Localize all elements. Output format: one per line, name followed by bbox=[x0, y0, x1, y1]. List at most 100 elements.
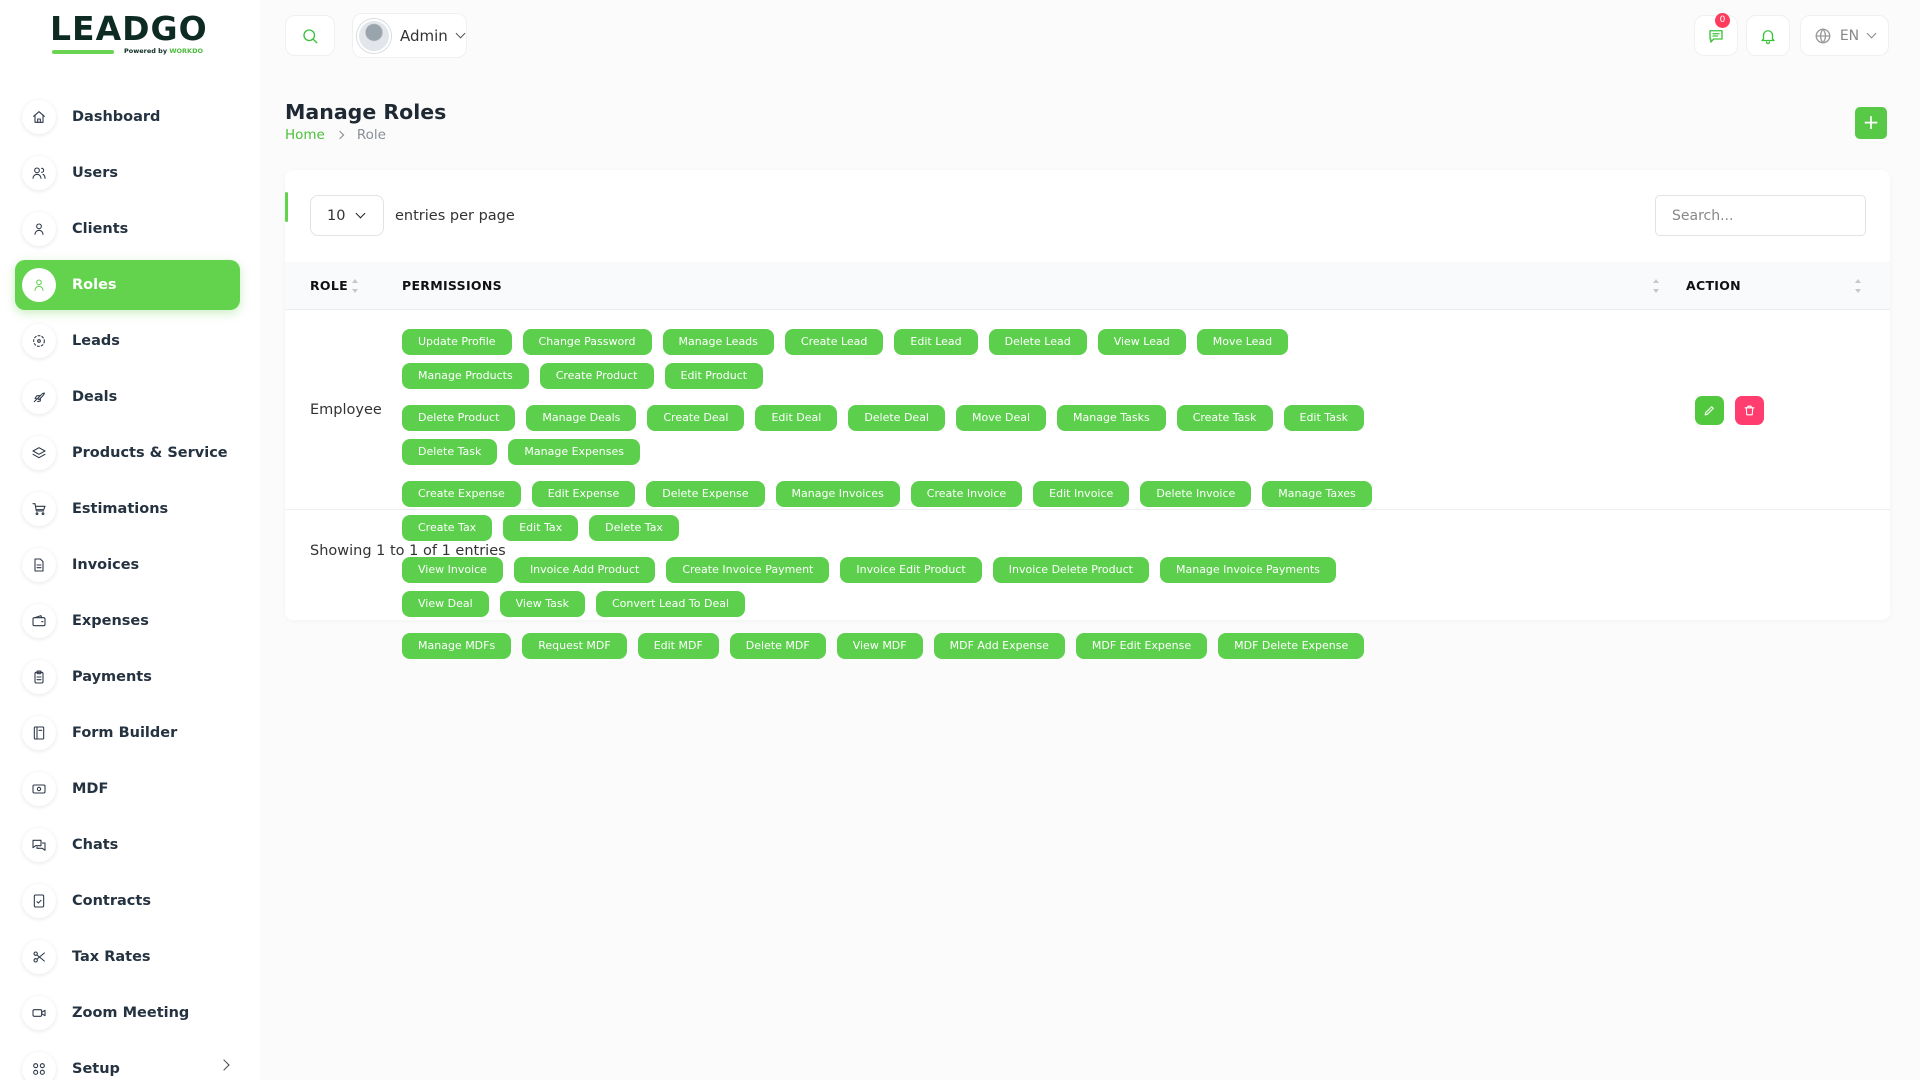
chevron-down-icon bbox=[355, 208, 366, 219]
permission-badge: Create Invoice Payment bbox=[666, 557, 830, 583]
sidebar-item-label: Chats bbox=[72, 837, 119, 853]
sidebar-item-label: Deals bbox=[72, 389, 118, 405]
sidebar-item-products-service[interactable]: Products & Service bbox=[15, 428, 240, 478]
sidebar-item-invoices[interactable]: Invoices bbox=[15, 540, 240, 590]
rocket-icon bbox=[22, 380, 56, 414]
user-name: Admin bbox=[400, 26, 448, 45]
column-header-permissions[interactable]: PERMISSIONS bbox=[402, 262, 502, 310]
column-header-action[interactable]: ACTION bbox=[1686, 262, 1741, 310]
layers-icon bbox=[22, 436, 56, 470]
permission-badge: View Task bbox=[499, 591, 585, 617]
sort-icon[interactable] bbox=[1653, 279, 1659, 293]
logo-tagline: Powered by WORKDO bbox=[124, 47, 203, 55]
add-role-button[interactable]: + bbox=[1855, 107, 1887, 139]
notifications-button[interactable] bbox=[1746, 15, 1790, 56]
sidebar-item-zoom-meeting[interactable]: Zoom Meeting bbox=[15, 988, 240, 1038]
chat-icon bbox=[22, 828, 56, 862]
permission-badge: View Lead bbox=[1097, 329, 1186, 355]
page-title: Manage Roles bbox=[285, 100, 447, 124]
permission-badge: Create Task bbox=[1176, 405, 1273, 431]
sidebar-item-label: Estimations bbox=[72, 501, 169, 517]
permission-badge: Create Deal bbox=[647, 405, 745, 431]
permissions-list: Update Profile Change Password Manage Lead… bbox=[402, 329, 1402, 659]
pencil-icon bbox=[1704, 406, 1714, 416]
table-search-input[interactable] bbox=[1655, 195, 1866, 236]
permission-badge: Manage Taxes bbox=[1262, 481, 1372, 507]
permission-badge: Manage Invoice Payments bbox=[1159, 557, 1336, 583]
permission-badge: Invoice Delete Product bbox=[992, 557, 1149, 583]
permission-badge: Manage Leads bbox=[662, 329, 774, 355]
sidebar-item-tax-rates[interactable]: Tax Rates bbox=[15, 932, 240, 982]
clipboard-icon bbox=[22, 660, 56, 694]
table-row: Employee Update Profile Change Password Ma… bbox=[285, 310, 1890, 659]
permission-badge: Create Invoice bbox=[910, 481, 1023, 507]
permission-badge: Create Product bbox=[539, 363, 654, 389]
permission-badge: Edit Task bbox=[1283, 405, 1365, 431]
permission-badge: Delete Expense bbox=[646, 481, 765, 507]
grid-icon bbox=[22, 1052, 56, 1080]
sidebar-item-label: Expenses bbox=[72, 613, 149, 629]
permission-badge: Create Lead bbox=[784, 329, 884, 355]
sidebar-item-mdf[interactable]: MDF bbox=[15, 764, 240, 814]
breadcrumb-separator-icon bbox=[335, 130, 345, 140]
column-header-role[interactable]: ROLE bbox=[310, 262, 348, 310]
logo-text: LEADGO bbox=[50, 9, 208, 48]
target-icon bbox=[22, 324, 56, 358]
page-size-select[interactable]: 10 bbox=[310, 195, 384, 236]
sidebar-item-deals[interactable]: Deals bbox=[15, 372, 240, 422]
wallet-icon bbox=[22, 604, 56, 638]
messages-button[interactable]: 0 bbox=[1694, 13, 1738, 56]
sidebar-item-label: Tax Rates bbox=[72, 949, 151, 965]
permission-badge: View Invoice bbox=[402, 557, 503, 583]
header-search-button[interactable] bbox=[285, 15, 335, 56]
permission-badge: MDF Delete Expense bbox=[1218, 633, 1365, 659]
sidebar-item-contracts[interactable]: Contracts bbox=[15, 876, 240, 926]
sidebar-item-label: Invoices bbox=[72, 557, 140, 573]
sidebar-item-payments[interactable]: Payments bbox=[15, 652, 240, 702]
scissors-icon bbox=[22, 940, 56, 974]
sidebar-item-setup[interactable]: Setup bbox=[15, 1044, 240, 1080]
sidebar-item-dashboard[interactable]: Dashboard bbox=[15, 92, 240, 142]
sidebar-item-clients[interactable]: Clients bbox=[15, 204, 240, 254]
permission-badge: Convert Lead To Deal bbox=[595, 591, 746, 617]
permission-badge: Edit Deal bbox=[755, 405, 838, 431]
permission-badge: Create Expense bbox=[402, 481, 521, 507]
sidebar-item-expenses[interactable]: Expenses bbox=[15, 596, 240, 646]
contract-icon bbox=[22, 884, 56, 918]
chevron-down-icon bbox=[1866, 28, 1877, 39]
user-icon bbox=[22, 212, 56, 246]
sort-icon[interactable] bbox=[352, 279, 358, 293]
cart-icon bbox=[22, 492, 56, 526]
permission-badge: Request MDF bbox=[522, 633, 627, 659]
breadcrumb: Home Role bbox=[285, 127, 386, 143]
permission-badge: Manage Tasks bbox=[1057, 405, 1166, 431]
breadcrumb-home-link[interactable]: Home bbox=[285, 127, 325, 143]
sidebar-item-label: Zoom Meeting bbox=[72, 1005, 190, 1021]
permission-badge: View Deal bbox=[402, 591, 489, 617]
sidebar-item-users[interactable]: Users bbox=[15, 148, 240, 198]
sidebar-item-leads[interactable]: Leads bbox=[15, 316, 240, 366]
edit-role-button[interactable] bbox=[1695, 396, 1724, 425]
language-selector[interactable]: EN bbox=[1800, 15, 1889, 56]
users-icon bbox=[22, 156, 56, 190]
permission-badge: Edit Tax bbox=[503, 515, 579, 541]
sidebar-item-form-builder[interactable]: Form Builder bbox=[15, 708, 240, 758]
sidebar-item-label: Setup bbox=[72, 1061, 120, 1077]
money-icon bbox=[22, 772, 56, 806]
permission-badge: Edit Product bbox=[664, 363, 764, 389]
user-menu-button[interactable]: Admin bbox=[352, 13, 467, 58]
permission-badge: Move Deal bbox=[956, 405, 1047, 431]
permission-badge: Edit Lead bbox=[894, 329, 978, 355]
brand-logo[interactable]: LEADGO Powered by WORKDO bbox=[50, 9, 208, 57]
sidebar-item-label: Leads bbox=[72, 333, 120, 349]
permission-badge: Invoice Add Product bbox=[513, 557, 656, 583]
sidebar-item-roles[interactable]: Roles bbox=[15, 260, 240, 310]
sidebar-item-chats[interactable]: Chats bbox=[15, 820, 240, 870]
sort-icon[interactable] bbox=[1855, 279, 1861, 293]
sidebar-nav: Dashboard Users Clients Roles Leads Deals Prod… bbox=[15, 92, 240, 1080]
delete-role-button[interactable] bbox=[1735, 396, 1764, 425]
permission-badge: Manage Deals bbox=[526, 405, 637, 431]
permission-badge: Manage Products bbox=[402, 363, 529, 389]
sidebar-item-label: Payments bbox=[72, 669, 152, 685]
sidebar-item-estimations[interactable]: Estimations bbox=[15, 484, 240, 534]
